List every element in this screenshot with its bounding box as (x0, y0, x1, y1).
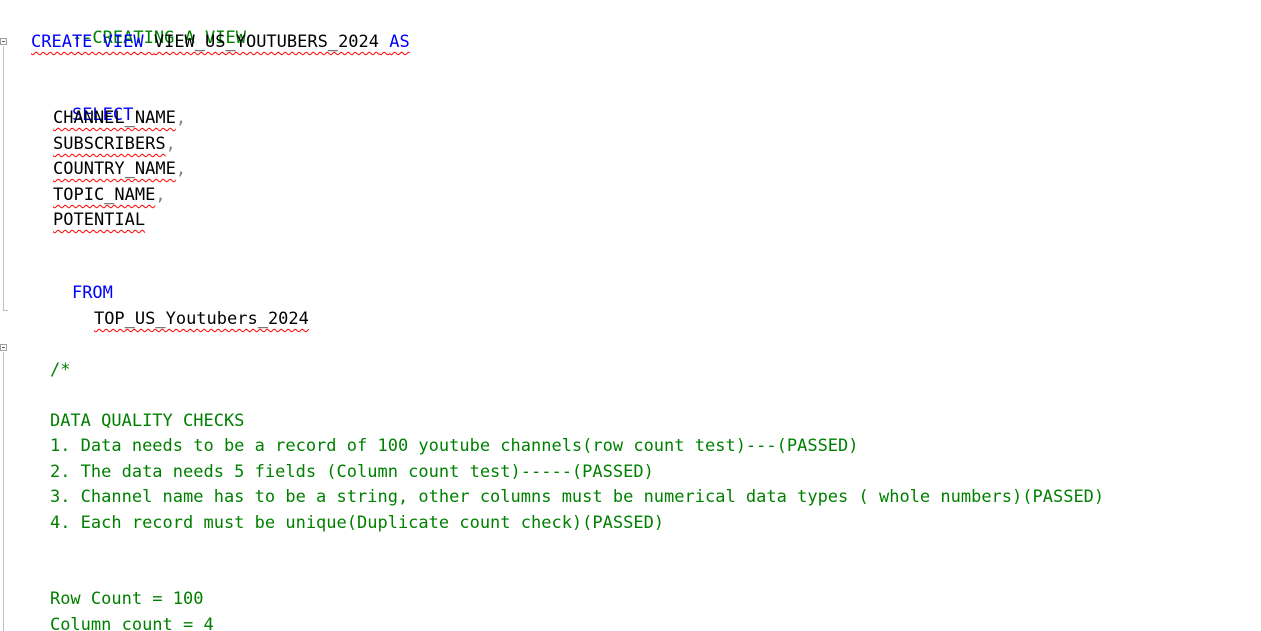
collapse-create-view-icon[interactable] (0, 38, 7, 45)
column-separator: , (175, 159, 187, 179)
check-line: 1. Data needs to be a record of 100 yout… (9, 413, 859, 456)
column-name: SUBSCRIBERS (53, 134, 166, 154)
fold-guide-line (3, 46, 4, 310)
column-line: SUBSCRIBERS, (53, 133, 176, 155)
column-line: TOPIC_NAME, (53, 184, 166, 206)
check-line: 4. Each record must be unique(Duplicate … (9, 490, 664, 533)
check-line: 3. Channel name has to be a string, othe… (9, 464, 1104, 507)
table-name: TOP_US_Youtubers_2024 (93, 309, 309, 329)
check-line: 2. The data needs 5 fields (Column count… (9, 439, 654, 482)
code-line: DATA QUALITY CHECKS (9, 388, 244, 431)
column-separator: , (175, 108, 187, 128)
create-view-keyword: CREATE VIEW (31, 32, 144, 52)
code-line: TOP_US_Youtubers_2024 (53, 286, 309, 329)
code-line: SELECT (31, 82, 133, 125)
column-line: CHANNEL_NAME, (53, 107, 186, 129)
column-name: COUNTRY_NAME (53, 159, 176, 179)
code-line: CREATE VIEW VIEW_US_YOUTUBERS_2024 AS (31, 31, 410, 53)
column-line: POTENTIAL (53, 209, 145, 231)
block-comment-open: /* (49, 360, 71, 380)
check-item: 4. Each record must be unique(Duplicate … (49, 513, 665, 533)
code-line: --CREATING A VIEW (31, 5, 246, 48)
column-separator: , (165, 134, 176, 154)
fold-guide-line (3, 352, 4, 631)
collapse-comment-block-icon[interactable] (0, 344, 7, 351)
column-name: CHANNEL_NAME (53, 108, 176, 128)
column-name: TOPIC_NAME (53, 185, 156, 205)
code-line: /* (9, 337, 70, 380)
column-line: COUNTRY_NAME, (53, 158, 186, 180)
column-count-text: Column count = 4 (49, 615, 214, 631)
fold-end-marker (3, 310, 8, 311)
code-line: FROM (31, 260, 113, 303)
view-name: VIEW_US_YOUTUBERS_2024 (153, 32, 380, 52)
code-line: Row Count = 100 (9, 566, 204, 609)
code-line: Column count = 4 (9, 592, 214, 631)
as-keyword: AS (389, 32, 410, 52)
column-name: POTENTIAL (53, 210, 146, 230)
sql-editor[interactable]: --CREATING A VIEW CREATE VIEW VIEW_US_YO… (0, 0, 1261, 631)
column-separator: , (155, 185, 166, 205)
